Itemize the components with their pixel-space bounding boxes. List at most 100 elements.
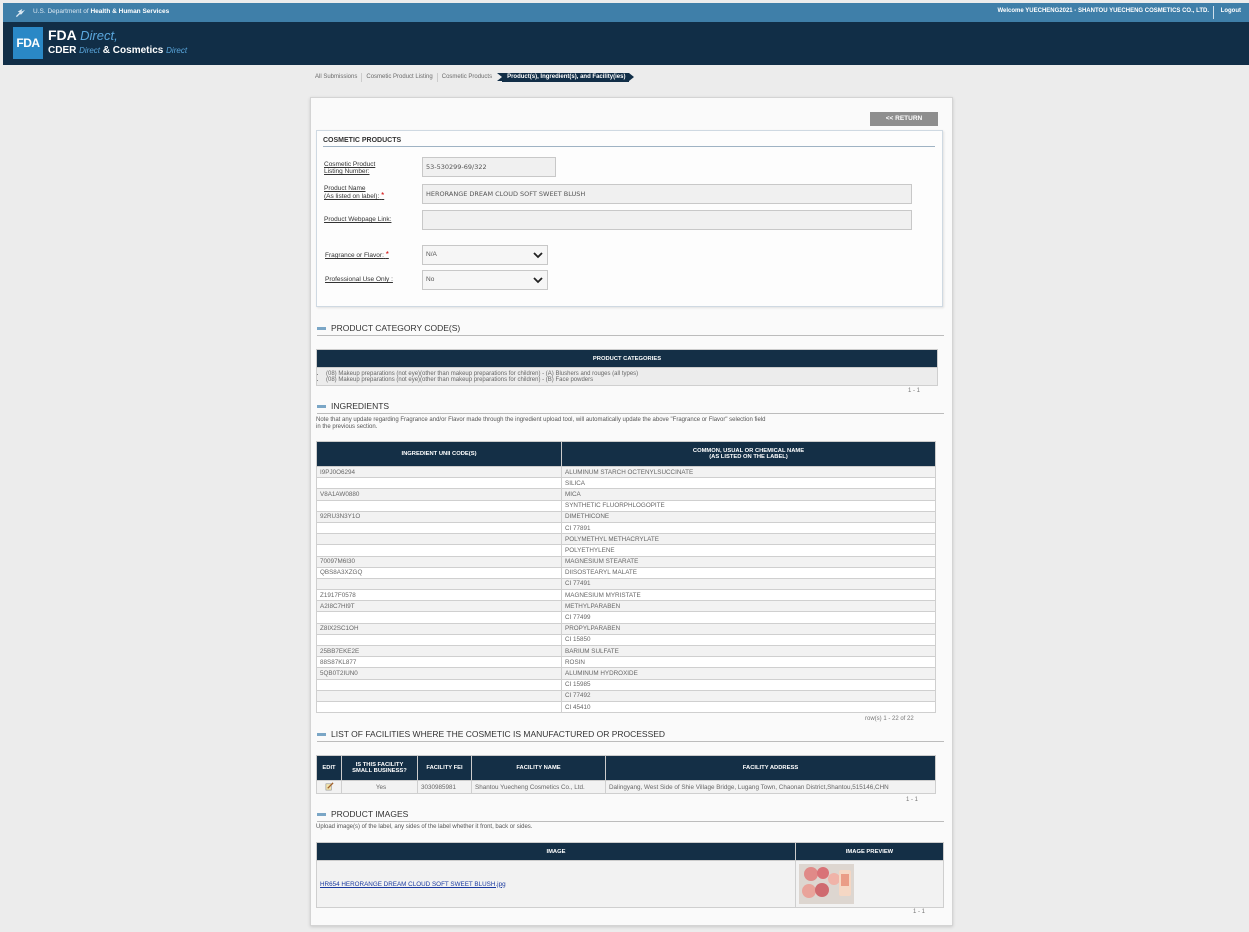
unii-column-header: INGREDIENT UNII CODE(S) [316,441,562,467]
unii-cell: 88S87KL877 [316,656,562,669]
professional-use-select[interactable]: No [422,270,548,290]
webpage-link-field[interactable] [422,210,912,230]
unii-cell: 25BB7EKE2E [316,644,562,658]
header-divider [1213,6,1214,19]
professional-use-select-value: No [426,276,435,283]
unii-cell [316,477,562,490]
facility-address-column-header: FACILITY ADDRESS [605,755,936,781]
breadcrumb-all-submissions[interactable]: All Submissions [311,73,363,82]
ingredient-name-cell: SYNTHETIC FLUORPHLOGOPITE [561,499,936,512]
breadcrumb-cosmetic-product-listing[interactable]: Cosmetic Product Listing [362,73,438,82]
ingredient-row: CI 77491 [316,577,936,591]
ingredient-name-cell: POLYMETHYL METHACRYLATE [561,533,936,546]
logout-link[interactable]: Logout [1221,8,1241,14]
ingredient-row: Z8IX2SC1OH PROPYLPARABEN [316,622,936,635]
app-title: FDA Direct, [48,27,118,43]
ingredient-row: 25BB7EKE2E BARIUM SULFATE [316,644,936,658]
facility-name-column-header: FACILITY NAME [471,755,606,781]
ingredient-name-cell: CI 77491 [561,577,936,591]
collapse-icon[interactable] [317,813,326,817]
unii-cell: I9PJ0O6294 [316,465,562,479]
ingredient-name-cell: CI 77499 [561,611,936,624]
ingredient-name-cell: METHYLPARABEN [561,600,936,613]
unii-cell: 92RU3N3Y1O [316,510,562,523]
ingredient-row: CI 45410 [316,700,936,714]
product-image-thumbnail[interactable] [799,864,854,904]
cosmetic-products-title: COSMETIC PRODUCTS [323,137,935,147]
ingredient-row: I9PJ0O6294 ALUMINUM STARCH OCTENYLSUCCINA… [316,465,936,479]
ingredient-row: CI 15850 [316,633,936,647]
ingredient-name-cell: CI 77492 [561,689,936,702]
unii-cell [316,499,562,512]
fragrance-select[interactable]: N/A [422,245,548,265]
fragrance-label: Fragrance or Flavor: * [325,250,389,260]
product-images-header[interactable]: PRODUCT IMAGES [317,809,944,822]
name-column-header: COMMON, USUAL OR CHEMICAL NAME (AS LISTED… [561,441,936,467]
image-file-cell: HR654 HERORANGE DREAM CLOUD SOFT SWEET B… [316,860,796,908]
ingredients-pager: row(s) 1 - 22 of 22 [865,716,914,722]
welcome-text: Welcome YUECHENG2021 - SHANTOU YUECHENG … [997,8,1210,14]
categories-column-header: PRODUCT CATEGORIES [316,349,938,368]
ingredient-row: SILICA [316,477,936,490]
unii-cell: Z1917F0578 [316,589,562,602]
app-subtitle: CDER Direct & Cosmetics Direct [48,45,188,56]
fragrance-select-value: N/A [426,251,437,258]
unii-cell: 5QB0T2IUN0 [316,667,562,680]
return-button[interactable]: << RETURN [870,112,938,126]
app-header: FDA FDA Direct, CDER Direct & Cosmetics … [3,22,1249,65]
listing-number-field[interactable]: 53-530299-69/322 [422,157,556,177]
unii-cell: 70097M6I30 [316,555,562,568]
categories-cell: (08) Makeup preparations (not eye)(other… [316,367,938,386]
listing-number-label: Cosmetic Product Listing Number: [324,161,376,175]
ingredient-name-cell: MAGNESIUM STEARATE [561,555,936,568]
collapse-icon[interactable] [317,327,326,331]
ingredient-name-cell: DIMETHICONE [561,510,936,523]
unii-cell: Z8IX2SC1OH [316,622,562,635]
product-category-header[interactable]: PRODUCT CATEGORY CODE(S) [317,323,944,336]
facilities-header[interactable]: LIST OF FACILITIES WHERE THE COSMETIC IS… [317,729,944,742]
ingredient-row: A2I8C7HI9T METHYLPARABEN [316,600,936,613]
ingredient-row: CI 77891 [316,521,936,535]
breadcrumb: All Submissions Cosmetic Product Listing… [311,72,635,83]
product-images-note: Upload image(s) of the label, any sides … [316,824,533,830]
ingredient-name-cell: MICA [561,488,936,501]
ingredient-name-cell: BARIUM SULFATE [561,644,936,658]
collapse-icon[interactable] [317,405,326,409]
facilities-table: EDIT IS THIS FACILITY SMALL BUSINESS? FAC… [316,755,936,794]
unii-cell [316,633,562,647]
unii-cell [316,700,562,714]
hhs-top-bar: U.S. Department of Health & Human Servic… [3,3,1249,22]
ingredient-row: 88S87KL877 ROSIN [316,656,936,669]
unii-cell: V8A1AW0880 [316,488,562,501]
product-name-field[interactable]: HERORANGE DREAM CLOUD SOFT SWEET BLUSH [422,184,912,204]
product-categories-table: PRODUCT CATEGORIES (08) Makeup preparati… [316,349,938,386]
unii-cell [316,689,562,702]
unii-cell: QBS8A3XZGQ [316,566,562,579]
edit-pencil-icon[interactable] [325,781,334,791]
ingredients-table: INGREDIENT UNII CODE(S) COMMON, USUAL OR… [316,441,936,714]
ingredient-row: POLYMETHYL METHACRYLATE [316,533,936,546]
ingredient-row: CI 77499 [316,611,936,624]
chevron-down-icon [533,252,543,259]
hhs-eagle-icon [15,8,26,18]
ingredient-name-cell: POLYETHYLENE [561,544,936,557]
ingredient-name-cell: CI 15850 [561,633,936,647]
fei-column-header: FACILITY FEI [417,755,472,781]
image-file-link[interactable]: HR654 HERORANGE DREAM CLOUD SOFT SWEET B… [320,881,506,888]
ingredient-row: Z1917F0578 MAGNESIUM MYRISTATE [316,589,936,602]
collapse-icon[interactable] [317,733,326,737]
ingredient-name-cell: CI 45410 [561,700,936,714]
ingredient-name-cell: ROSIN [561,656,936,669]
chevron-down-icon [533,277,543,284]
required-marker: * [381,191,385,200]
ingredient-name-cell: CI 15985 [561,678,936,691]
categories-pager: 1 - 1 [908,388,921,394]
unii-cell [316,544,562,557]
ingredients-header[interactable]: INGREDIENTS [317,401,944,414]
ingredient-name-cell: MAGNESIUM MYRISTATE [561,589,936,602]
breadcrumb-cosmetic-products[interactable]: Cosmetic Products [438,73,496,82]
small-business-cell: Yes [341,780,418,794]
edit-cell[interactable] [316,780,342,794]
fda-logo: FDA [13,27,43,59]
ingredient-row: POLYETHYLENE [316,544,936,557]
